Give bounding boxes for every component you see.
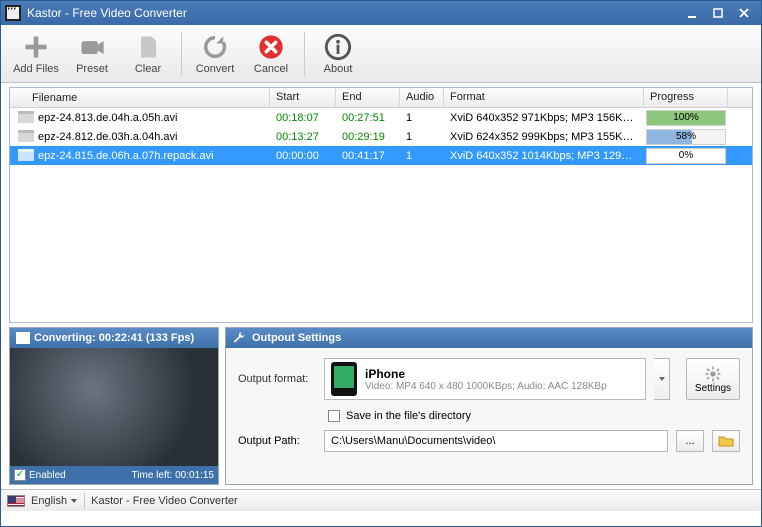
video-file-icon xyxy=(18,130,34,144)
status-separator xyxy=(84,493,85,509)
convert-button[interactable]: Convert xyxy=(188,28,242,80)
settings-title: Outpout Settings xyxy=(252,332,341,344)
iphone-icon xyxy=(331,362,357,396)
toolbar-separator xyxy=(304,32,305,76)
save-in-dir-label: Save in the file's directory xyxy=(346,410,471,422)
start-cell: 00:18:07 xyxy=(270,110,336,126)
camera-icon xyxy=(78,33,106,61)
status-appname: Kastor - Free Video Converter xyxy=(91,495,238,507)
video-file-icon xyxy=(18,149,34,163)
preview-title: Converting: 00:22:41 (133 Fps) xyxy=(34,332,194,344)
col-format[interactable]: Format xyxy=(444,88,644,107)
filename-cell: epz-24.815.de.06h.a.07h.repack.avi xyxy=(38,150,214,162)
app-icon xyxy=(5,5,21,21)
folder-icon xyxy=(718,434,734,448)
list-body: epz-24.813.de.04h.a.05h.avi 00:18:0700:27… xyxy=(10,108,752,165)
list-header: Filename Start End Audio Format Progress xyxy=(10,88,752,108)
file-list: Filename Start End Audio Format Progress… xyxy=(9,87,753,323)
page-icon xyxy=(134,33,162,61)
progress-cell: 0% xyxy=(644,147,728,165)
preview-footer: ✓ Enabled Time left: 00:01:15 xyxy=(10,466,218,484)
info-icon xyxy=(324,33,352,61)
end-cell: 00:27:51 xyxy=(336,110,400,126)
gear-icon xyxy=(704,365,722,383)
settings-button[interactable]: Settings xyxy=(686,358,740,400)
clear-label: Clear xyxy=(135,63,161,75)
cancel-button[interactable]: Cancel xyxy=(244,28,298,80)
language-selector[interactable]: English xyxy=(31,495,78,507)
start-cell: 00:00:00 xyxy=(270,148,336,164)
ellipsis-icon: ... xyxy=(685,435,694,447)
chevron-down-icon xyxy=(70,497,78,505)
cancel-label: Cancel xyxy=(254,63,288,75)
format-dropdown-button[interactable] xyxy=(654,358,670,400)
settings-header: Outpout Settings xyxy=(226,328,752,348)
table-row[interactable]: epz-24.813.de.04h.a.05h.avi 00:18:0700:27… xyxy=(10,108,752,127)
language-label: English xyxy=(31,495,67,507)
col-end[interactable]: End xyxy=(336,88,400,107)
end-cell: 00:29:19 xyxy=(336,129,400,145)
bottom-panels: Converting: 00:22:41 (133 Fps) ✓ Enabled… xyxy=(9,327,753,485)
preview-enabled-toggle[interactable]: ✓ Enabled xyxy=(14,469,66,481)
progress-cell: 58% xyxy=(644,128,728,146)
output-settings-panel: Outpout Settings Output format: iPhone V… xyxy=(225,327,753,485)
format-name: iPhone xyxy=(365,367,607,381)
checkbox-icon: ✓ xyxy=(14,469,26,481)
close-button[interactable] xyxy=(731,5,757,21)
save-in-dir-checkbox[interactable]: ✓ xyxy=(328,410,340,422)
col-filename[interactable]: Filename xyxy=(10,88,270,107)
add-files-button[interactable]: Add Files xyxy=(9,28,63,80)
plus-icon xyxy=(22,33,50,61)
preview-video xyxy=(10,348,218,466)
video-file-icon xyxy=(18,111,34,125)
open-folder-button[interactable] xyxy=(712,430,740,452)
output-format-label: Output format: xyxy=(238,373,316,385)
minimize-button[interactable] xyxy=(679,5,705,21)
add-files-label: Add Files xyxy=(13,63,59,75)
refresh-icon xyxy=(201,33,229,61)
maximize-button[interactable] xyxy=(705,5,731,21)
enabled-label: Enabled xyxy=(29,470,66,481)
progress-cell: 100% xyxy=(644,109,728,127)
about-label: About xyxy=(324,63,353,75)
table-row[interactable]: epz-24.812.de.03h.a.04h.avi 00:13:2700:29… xyxy=(10,127,752,146)
title-bar: Kastor - Free Video Converter xyxy=(1,1,761,25)
status-bar: English Kastor - Free Video Converter xyxy=(1,489,761,511)
preview-panel: Converting: 00:22:41 (133 Fps) ✓ Enabled… xyxy=(9,327,219,485)
clear-button[interactable]: Clear xyxy=(121,28,175,80)
main-toolbar: Add Files Preset Clear Convert Cancel Ab… xyxy=(1,25,761,83)
wrench-icon xyxy=(232,331,246,345)
preset-button[interactable]: Preset xyxy=(65,28,119,80)
filename-cell: epz-24.812.de.03h.a.04h.avi xyxy=(38,131,177,143)
table-row[interactable]: epz-24.815.de.06h.a.07h.repack.avi 00:00:… xyxy=(10,146,752,165)
format-cell: XviD 640x352 971Kbps; MP3 156Kbp... xyxy=(444,110,644,126)
output-path-input[interactable] xyxy=(324,430,668,452)
preview-header: Converting: 00:22:41 (133 Fps) xyxy=(10,328,218,348)
preset-label: Preset xyxy=(76,63,108,75)
about-button[interactable]: About xyxy=(311,28,365,80)
col-progress[interactable]: Progress xyxy=(644,88,728,107)
output-path-label: Output Path: xyxy=(238,435,316,447)
audio-cell: 1 xyxy=(400,110,444,126)
window-title: Kastor - Free Video Converter xyxy=(27,6,679,20)
browse-button[interactable]: ... xyxy=(676,430,704,452)
settings-button-label: Settings xyxy=(695,383,731,394)
time-left-label: Time left: 00:01:15 xyxy=(132,470,214,481)
format-description: Video: MP4 640 x 480 1000KBps; Audio: AA… xyxy=(365,381,607,392)
toolbar-separator xyxy=(181,32,182,76)
output-format-selector[interactable]: iPhone Video: MP4 640 x 480 1000KBps; Au… xyxy=(324,358,646,400)
convert-label: Convert xyxy=(196,63,235,75)
col-start[interactable]: Start xyxy=(270,88,336,107)
col-audio[interactable]: Audio xyxy=(400,88,444,107)
format-cell: XviD 640x352 1014Kbps; MP3 129Kb... xyxy=(444,148,644,164)
clapper-icon xyxy=(16,332,30,344)
filename-cell: epz-24.813.de.04h.a.05h.avi xyxy=(38,112,177,124)
format-cell: XviD 624x352 999Kbps; MP3 155Kbp... xyxy=(444,129,644,145)
end-cell: 00:41:17 xyxy=(336,148,400,164)
audio-cell: 1 xyxy=(400,148,444,164)
start-cell: 00:13:27 xyxy=(270,129,336,145)
cancel-icon xyxy=(257,33,285,61)
flag-icon xyxy=(7,495,25,507)
audio-cell: 1 xyxy=(400,129,444,145)
